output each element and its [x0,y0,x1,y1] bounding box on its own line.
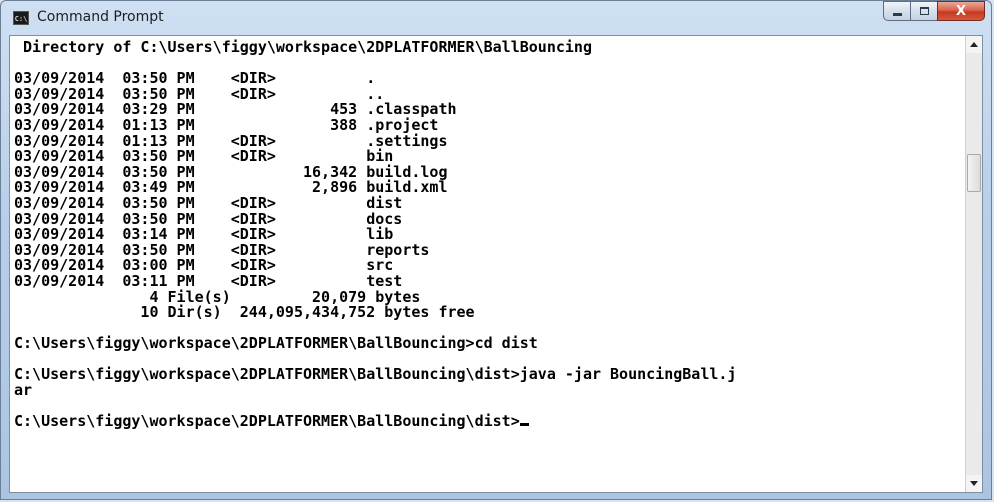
maximize-icon [919,7,929,15]
scroll-down-button[interactable] [966,475,982,492]
console-line: 10 Dir(s) 244,095,434,752 bytes free [14,303,475,322]
minimize-button[interactable] [883,1,911,21]
vertical-scrollbar[interactable] [965,36,982,492]
console-text: Directory of C:\Users\figgy\workspace\2D… [10,36,966,430]
text-cursor [519,423,529,427]
console-output[interactable]: Directory of C:\Users\figgy\workspace\2D… [10,36,966,492]
command-prompt-window: C:\ Command Prompt X Directory of C:\Use… [0,0,992,500]
console-line: C:\Users\figgy\workspace\2DPLATFORMER\Ba… [14,334,538,353]
console-frame: Directory of C:\Users\figgy\workspace\2D… [9,35,983,493]
close-icon: X [955,3,967,19]
title-bar[interactable]: C:\ Command Prompt X [1,1,991,35]
arrow-down-icon [970,481,978,486]
console-line: ar [14,381,33,400]
arrow-up-icon [970,42,978,47]
close-button[interactable]: X [937,1,985,21]
command-prompt[interactable]: C:\Users\figgy\workspace\2DPLATFORMER\Ba… [14,412,520,430]
scrollbar-thumb[interactable] [967,154,981,192]
cmd-icon[interactable]: C:\ [13,11,29,25]
minimize-icon [892,12,902,16]
console-line: Directory of C:\Users\figgy\workspace\2D… [14,38,592,56]
caption-buttons: X [883,1,985,23]
window-title: Command Prompt [37,9,164,25]
maximize-button[interactable] [910,1,938,21]
console-line: C:\Users\figgy\workspace\2DPLATFORMER\Ba… [14,365,737,384]
scroll-up-button[interactable] [966,36,982,53]
